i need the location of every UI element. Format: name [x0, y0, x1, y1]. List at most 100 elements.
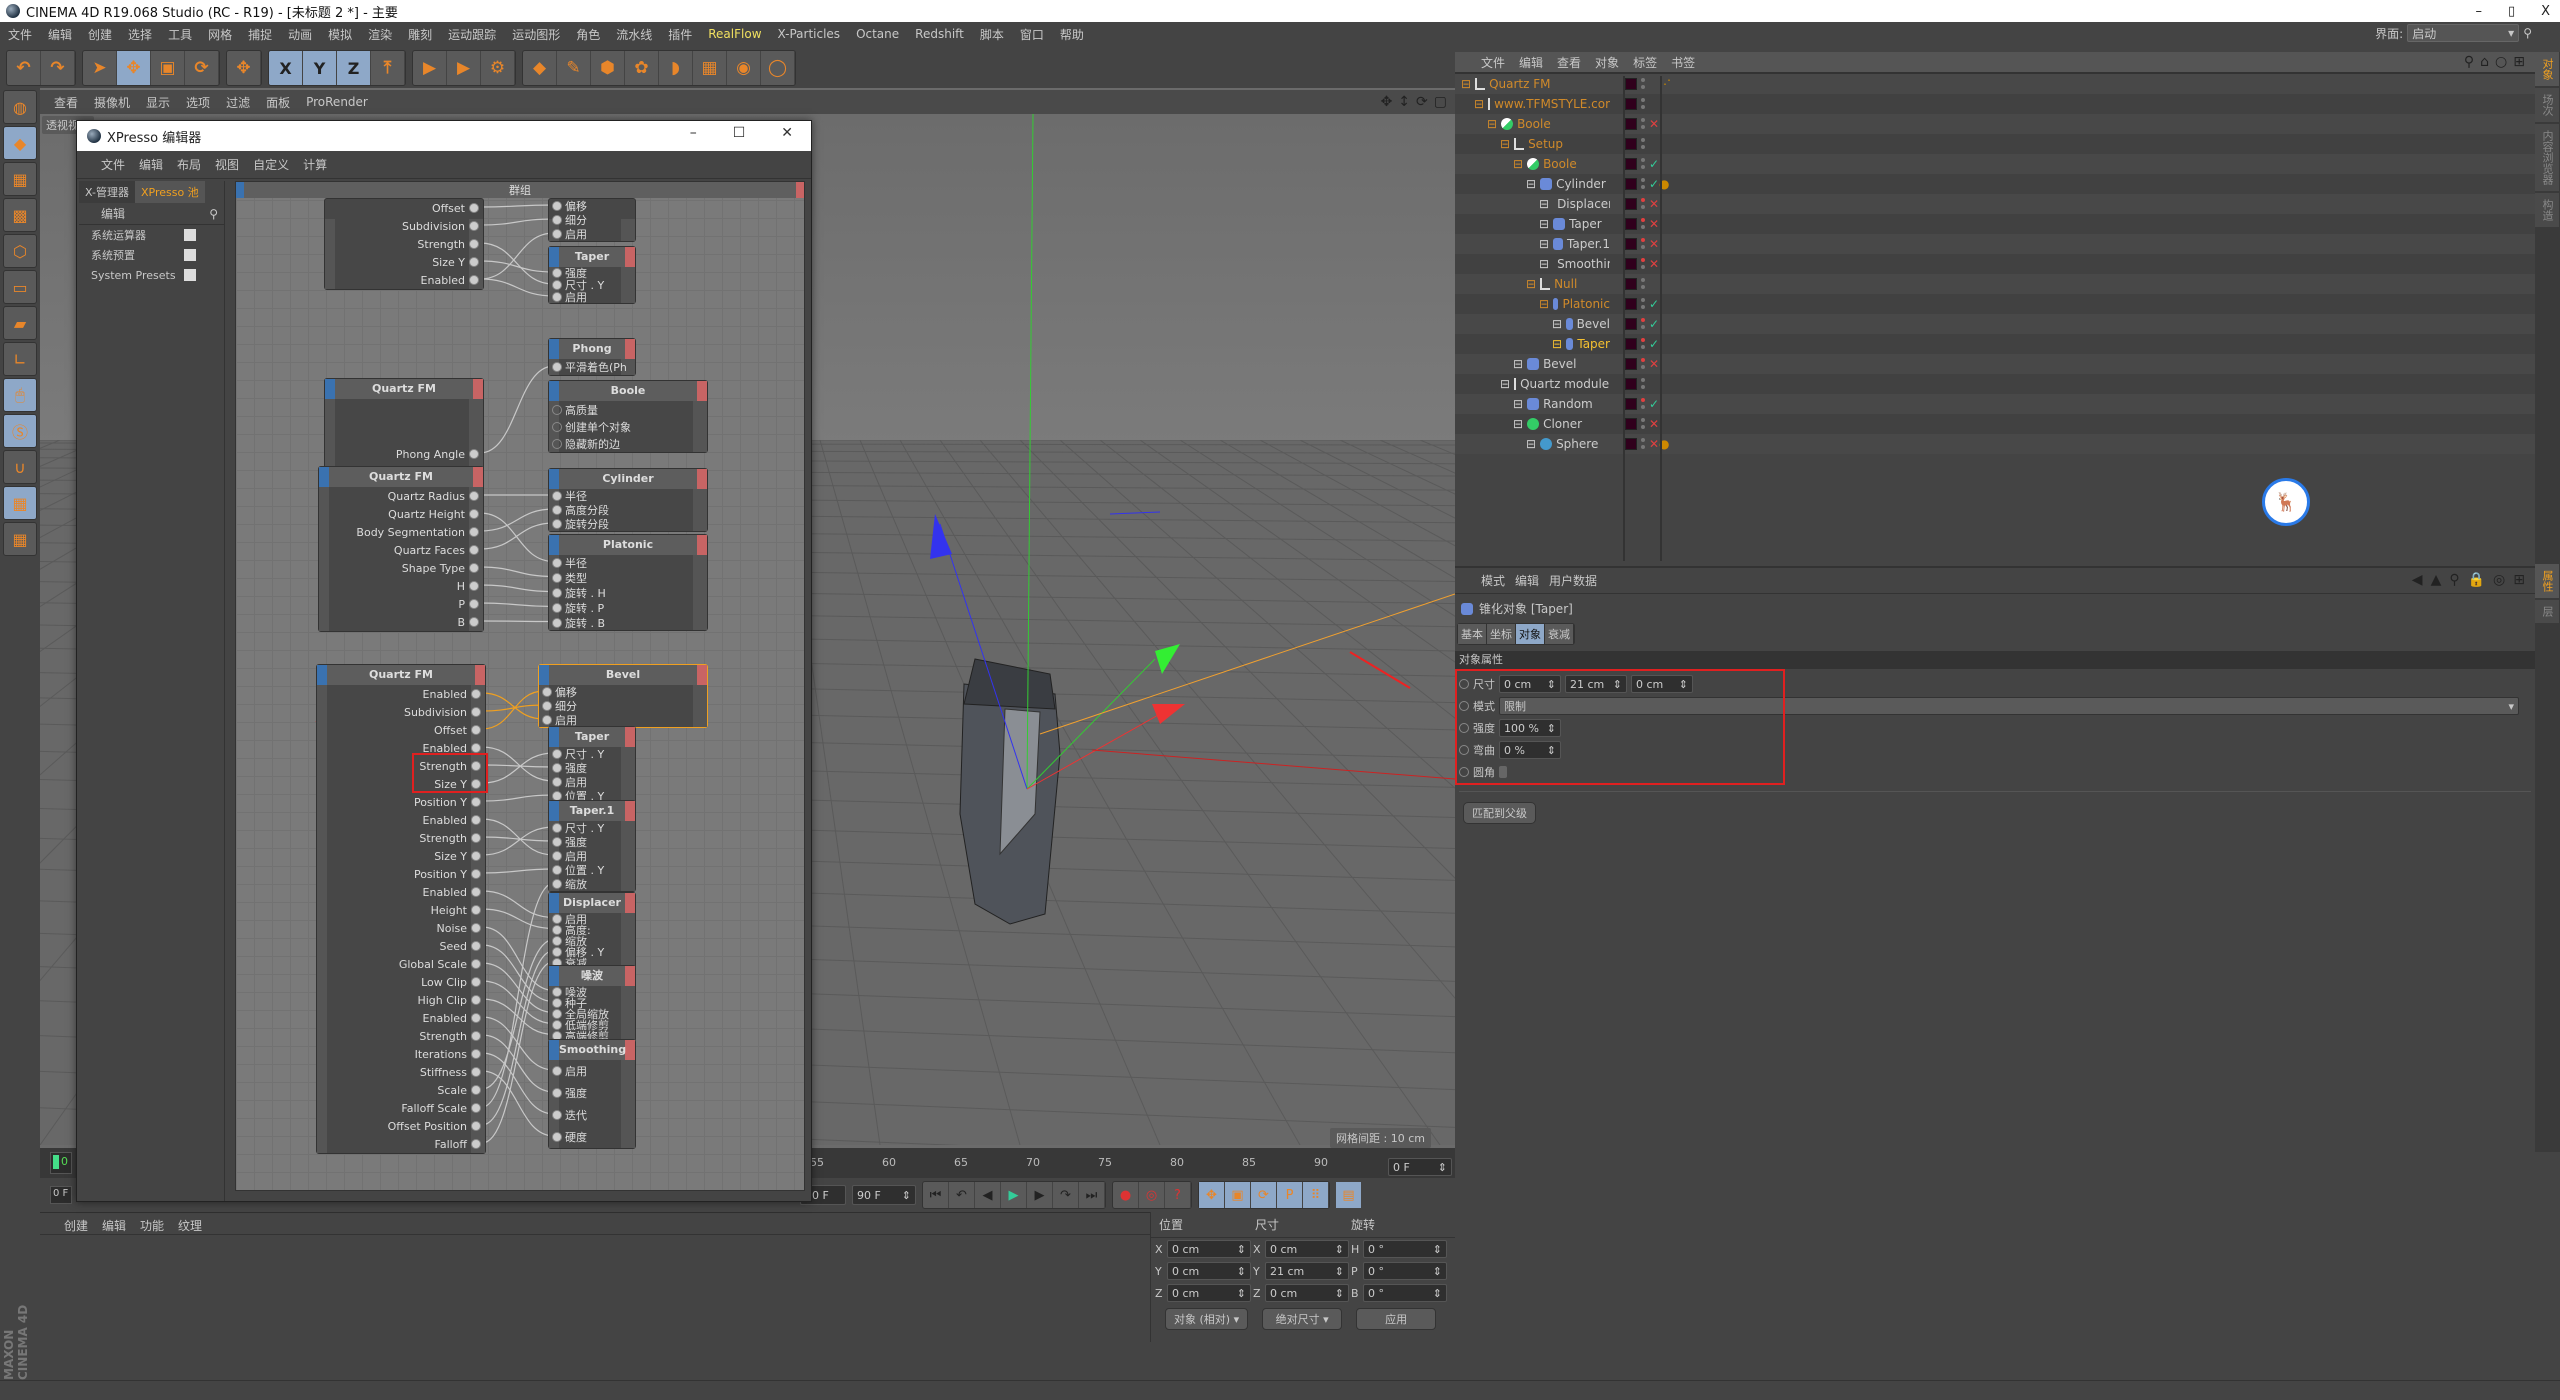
menu-item-17[interactable]: X-Particles: [778, 27, 841, 41]
expand-icon[interactable]: ⊟: [1552, 317, 1562, 331]
node-port[interactable]: 硬度: [549, 1126, 635, 1148]
node-port[interactable]: Strength: [317, 1027, 485, 1045]
record-icon[interactable]: ●: [1113, 1182, 1139, 1208]
search-icon[interactable]: ⚲: [209, 207, 218, 221]
xnode-qfm2[interactable]: Quartz FM Quartz Radius Quartz Height Body …: [318, 466, 484, 632]
node-port[interactable]: 强度: [549, 761, 635, 775]
scale-icon[interactable]: ▣: [151, 51, 185, 85]
disabled-icon[interactable]: ✕: [1649, 117, 1659, 131]
object-row[interactable]: ⊟ Bevel ✓: [1455, 314, 2535, 334]
z-axis-icon[interactable]: Z: [337, 51, 371, 85]
visibility-dots[interactable]: [1641, 137, 1645, 151]
visibility-dots[interactable]: [1641, 217, 1645, 231]
search-icon[interactable]: ⚲: [2449, 572, 2459, 588]
keyframe-selection-icon[interactable]: ?: [1165, 1182, 1191, 1208]
node-port[interactable]: Size Y: [317, 847, 485, 865]
node-port[interactable]: Offset: [317, 721, 485, 739]
menu-item-16[interactable]: RealFlow: [708, 27, 761, 41]
rotation-field[interactable]: 0 ° ⇕: [1363, 1262, 1447, 1280]
render-settings-icon[interactable]: ⚙: [481, 51, 515, 85]
xnode-top-taper[interactable]: Taper 强度 尺寸 . Y 启用: [548, 246, 636, 304]
viewport-menu-0[interactable]: 查看: [54, 94, 78, 111]
prev-key-icon[interactable]: ↶: [949, 1182, 975, 1208]
move-track-icon[interactable]: ✥: [1199, 1182, 1225, 1208]
object-name-cell[interactable]: ⊟ Bevel: [1455, 317, 1610, 331]
next-key-icon[interactable]: ↷: [1053, 1182, 1079, 1208]
menu-item-1[interactable]: 编辑: [48, 26, 72, 43]
object-name-cell[interactable]: ⊟ Displacer: [1455, 197, 1610, 211]
xnode-bevel[interactable]: Bevel 偏移 细分 启用: [538, 664, 708, 728]
menu-item-21[interactable]: 窗口: [1020, 26, 1044, 43]
xpresso-menu-4[interactable]: 自定义: [253, 156, 289, 173]
node-port[interactable]: 启用: [549, 227, 635, 241]
enabled-check-icon[interactable]: ✓: [1649, 317, 1659, 331]
node-port[interactable]: 尺寸 . Y: [549, 279, 635, 292]
om-menu-4[interactable]: 标签: [1633, 54, 1657, 71]
disabled-icon[interactable]: ✕: [1649, 237, 1659, 251]
xnode-header[interactable]: Quartz FM: [325, 379, 483, 399]
minimize-button[interactable]: –: [2475, 4, 2482, 19]
node-port[interactable]: 启用: [549, 849, 635, 863]
enabled-check-icon[interactable]: ✓: [1649, 177, 1659, 191]
xnode-smoothing[interactable]: Smoothing 启用 强度 迭代 硬度: [548, 1039, 636, 1149]
disabled-icon[interactable]: ✕: [1649, 257, 1659, 271]
xnode-header[interactable]: Bevel: [539, 665, 707, 685]
z-axis-arrow[interactable]: [930, 514, 952, 559]
pen-icon[interactable]: ✎: [557, 51, 591, 85]
node-port[interactable]: Strength: [325, 235, 483, 253]
xgroup-header[interactable]: 群组: [236, 182, 804, 198]
rotation-field[interactable]: 0 ° ⇕: [1363, 1240, 1447, 1258]
xnode-cylinder[interactable]: Cylinder 半径 高度分段 旋转分段: [548, 468, 708, 532]
object-name-cell[interactable]: ⊟ Boole: [1455, 117, 1610, 131]
viewport-menu-3[interactable]: 选项: [186, 94, 210, 111]
xpresso-menu-1[interactable]: 编辑: [139, 156, 163, 173]
xnode-top-right-a[interactable]: 偏移 细分 启用: [548, 198, 636, 242]
dock-tab-3[interactable]: 构造: [2535, 193, 2559, 227]
maximize-button[interactable]: ▯: [2508, 4, 2515, 19]
menu-item-6[interactable]: 捕捉: [248, 26, 272, 43]
node-port[interactable]: 偏移 . Y: [549, 946, 635, 959]
object-row[interactable]: ⊟ Platonic ✓: [1455, 294, 2535, 314]
node-port[interactable]: 旋转 . P: [549, 600, 707, 615]
layer-swatch[interactable]: [1625, 138, 1637, 150]
object-row[interactable]: ⊟ Cloner ✕: [1455, 414, 2535, 434]
disabled-icon[interactable]: ✕: [1649, 437, 1659, 451]
x-axis-icon[interactable]: X: [269, 51, 303, 85]
up-icon[interactable]: ▲: [2431, 572, 2442, 588]
menu-item-8[interactable]: 模拟: [328, 26, 352, 43]
home-icon[interactable]: ⌂: [2480, 54, 2489, 70]
menu-item-14[interactable]: 流水线: [616, 26, 652, 43]
coord-system-icon[interactable]: ⤒: [371, 51, 405, 85]
node-port[interactable]: 偏移: [549, 199, 635, 213]
node-port[interactable]: Strength: [317, 829, 485, 847]
xnode-phong[interactable]: Phong 平滑着色(Ph: [548, 338, 636, 376]
object-name-cell[interactable]: ⊟ Bevel: [1455, 357, 1610, 371]
menu-item-2[interactable]: 创建: [88, 26, 112, 43]
layer-swatch[interactable]: [1625, 338, 1637, 350]
node-port[interactable]: 细分: [549, 213, 635, 227]
object-name-cell[interactable]: ⊟ Null: [1455, 277, 1610, 291]
menu-item-9[interactable]: 渲染: [368, 26, 392, 43]
size-field[interactable]: 0 cm ⇕: [1265, 1284, 1349, 1302]
visibility-dots[interactable]: [1641, 117, 1645, 131]
node-port[interactable]: 旋转 . B: [549, 615, 707, 630]
visibility-dots[interactable]: [1641, 337, 1645, 351]
toggle-view-icon[interactable]: ▢: [1434, 94, 1447, 110]
zoom-icon[interactable]: ↕: [1398, 94, 1410, 110]
node-port[interactable]: Iterations: [317, 1045, 485, 1063]
go-start-icon[interactable]: ⏮: [923, 1182, 949, 1208]
object-row[interactable]: ⊟ Quartz FM ⋰: [1455, 74, 2535, 94]
node-port[interactable]: 强度: [549, 1082, 635, 1104]
dock-tab-0[interactable]: 对象: [2535, 52, 2559, 86]
node-port[interactable]: 类型: [549, 570, 707, 585]
snap-icon[interactable]: ∪: [3, 450, 37, 484]
layer-swatch[interactable]: [1625, 98, 1637, 110]
menu-item-13[interactable]: 角色: [576, 26, 600, 43]
node-port[interactable]: Enabled: [317, 811, 485, 829]
xpresso-tab-1[interactable]: XPresso 池: [134, 181, 205, 203]
stepper-icon[interactable]: ⇕: [1237, 1265, 1246, 1278]
orbit-icon[interactable]: ⟳: [1416, 94, 1428, 110]
object-row[interactable]: ⊟ Random ✓: [1455, 394, 2535, 414]
expand-icon[interactable]: ⊟: [1474, 97, 1484, 111]
xpresso-title-bar[interactable]: XPresso 编辑器 – ☐ ✕: [77, 121, 811, 151]
